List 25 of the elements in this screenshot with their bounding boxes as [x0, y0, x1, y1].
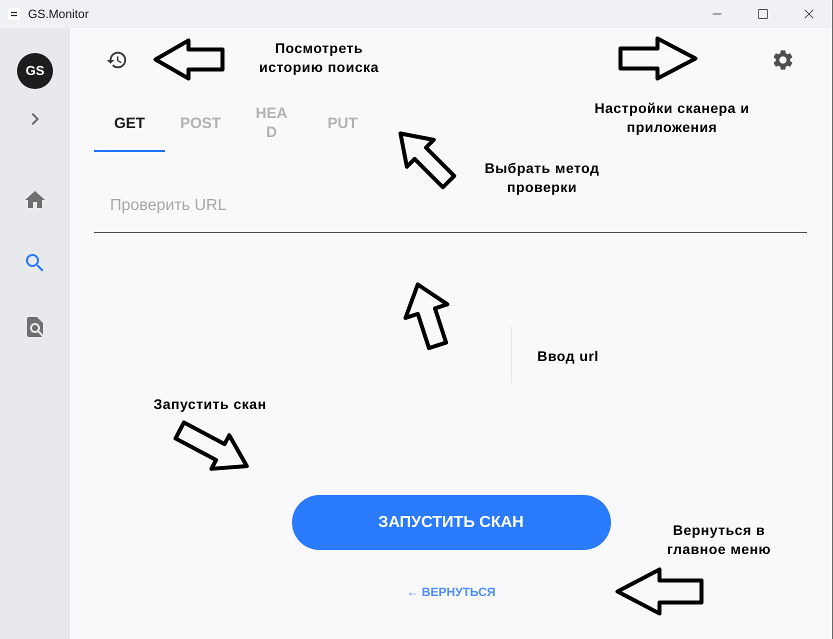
- up-arrow-icon: [403, 282, 450, 351]
- url-input-field[interactable]: Проверить URL: [94, 198, 807, 233]
- left-arrow-icon: [615, 567, 704, 616]
- left-arrow-icon: [153, 38, 225, 81]
- annotation-label: Вернуться в главное меню: [667, 521, 771, 559]
- up-left-arrow-icon: [398, 131, 457, 190]
- annotation-label: Настройки сканера и приложения: [594, 99, 750, 137]
- start-scan-button[interactable]: ЗАПУСТИТЬ СКАН: [292, 495, 610, 550]
- app-logo-icon: [8, 8, 20, 20]
- method-tab[interactable]: HEAD: [236, 96, 307, 152]
- down-right-arrow-icon: [173, 420, 250, 472]
- settings-icon[interactable]: [771, 48, 795, 72]
- avatar[interactable]: GS: [17, 53, 53, 89]
- annotation-label: Выбрать метод проверки: [484, 159, 600, 197]
- method-tab[interactable]: POST: [165, 96, 236, 152]
- maximize-icon[interactable]: [757, 8, 769, 20]
- annotation-label: Посмотреть историю поиска: [259, 39, 379, 77]
- method-tab[interactable]: GET: [94, 96, 165, 152]
- window-title: GS.Monitor: [28, 6, 89, 23]
- history-icon[interactable]: [106, 49, 128, 71]
- annotation-label: Запустить скан: [153, 395, 267, 414]
- right-arrow-icon: [618, 36, 698, 81]
- method-tab[interactable]: PUT: [307, 96, 378, 152]
- annotation-label: Ввод url: [537, 347, 599, 366]
- back-link[interactable]: ← ВЕРНУТЬСЯ: [406, 584, 496, 600]
